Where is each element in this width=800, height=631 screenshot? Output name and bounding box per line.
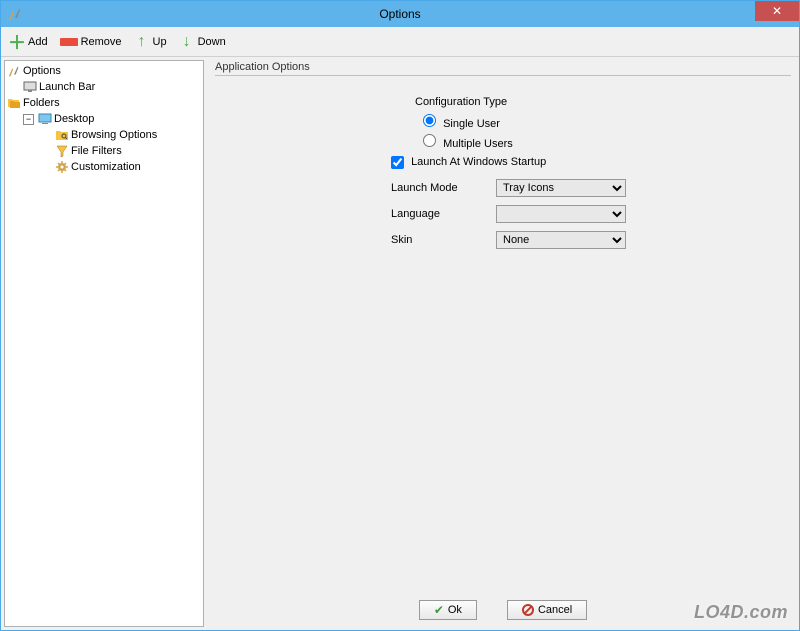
launch-startup-label: Launch At Windows Startup	[411, 156, 546, 168]
radio-multiple-users[interactable]: Multiple Users	[423, 138, 513, 150]
launch-startup-checkbox[interactable]: Launch At Windows Startup	[391, 156, 546, 168]
button-bar: ✔ Ok Cancel	[207, 600, 799, 620]
tree-sidebar: Options Launch Bar Folders − Desktop	[4, 60, 204, 627]
launch-startup-row: Launch At Windows Startup	[391, 156, 791, 169]
tree-label: Launch Bar	[39, 81, 95, 93]
desktop-icon	[38, 112, 52, 126]
config-type-label: Configuration Type	[415, 96, 791, 108]
launch-mode-select[interactable]: Tray Icons	[496, 179, 626, 197]
language-label: Language	[391, 208, 496, 220]
radio-single-user-label: Single User	[443, 118, 500, 130]
tree-label: Desktop	[54, 113, 94, 125]
content-area: Options Launch Bar Folders − Desktop	[1, 57, 799, 630]
config-type-text: Configuration Type	[415, 96, 507, 108]
tree-item-options[interactable]: Options	[7, 63, 201, 79]
window-title: Options	[1, 7, 799, 21]
folders-icon	[7, 96, 21, 110]
skin-row: Skin None	[391, 231, 791, 249]
language-select[interactable]	[496, 205, 626, 223]
funnel-icon	[55, 144, 69, 158]
tree-label: Customization	[71, 161, 141, 173]
main-panel: Application Options Configuration Type S…	[207, 57, 799, 630]
ok-label: Ok	[448, 604, 462, 616]
add-button[interactable]: ＋ Add	[5, 32, 52, 52]
tree-label: File Filters	[71, 145, 122, 157]
panel-title: Application Options	[215, 61, 791, 73]
add-label: Add	[28, 36, 48, 48]
skin-label: Skin	[391, 234, 496, 246]
check-icon: ✔	[434, 603, 444, 617]
close-button[interactable]: ✕	[755, 1, 799, 21]
minus-icon	[60, 38, 78, 46]
up-label: Up	[153, 36, 167, 48]
tree-item-customization[interactable]: Customization	[7, 159, 201, 175]
app-icon	[7, 6, 23, 22]
launch-mode-label: Launch Mode	[391, 182, 496, 194]
tree-item-folders[interactable]: Folders	[7, 95, 201, 111]
tools-icon	[7, 64, 21, 78]
launch-startup-input[interactable]	[391, 156, 404, 169]
arrow-down-icon: ↓	[179, 34, 195, 50]
cancel-button[interactable]: Cancel	[507, 600, 587, 620]
launch-mode-row: Launch Mode Tray Icons	[391, 179, 791, 197]
cancel-icon	[522, 604, 534, 616]
remove-label: Remove	[81, 36, 122, 48]
folder-search-icon	[55, 128, 69, 142]
close-icon: ✕	[772, 4, 782, 18]
tree-item-launch-bar[interactable]: Launch Bar	[7, 79, 201, 95]
expander-icon[interactable]: −	[23, 114, 34, 125]
down-label: Down	[198, 36, 226, 48]
monitor-icon	[23, 80, 37, 94]
tree-label: Browsing Options	[71, 129, 157, 141]
radio-single-user[interactable]: Single User	[423, 118, 500, 130]
arrow-up-icon: ↑	[134, 34, 150, 50]
up-button[interactable]: ↑ Up	[130, 32, 171, 52]
gear-icon	[55, 160, 69, 174]
ok-button[interactable]: ✔ Ok	[419, 600, 477, 620]
plus-icon: ＋	[9, 34, 25, 50]
skin-select[interactable]: None	[496, 231, 626, 249]
toolbar: ＋ Add Remove ↑ Up ↓ Down	[1, 27, 799, 57]
radio-multiple-users-input[interactable]	[423, 134, 436, 147]
tree-label: Folders	[23, 97, 60, 109]
radio-multiple-users-label: Multiple Users	[443, 138, 513, 150]
radio-multiple-users-row: Multiple Users	[415, 134, 791, 150]
down-button[interactable]: ↓ Down	[175, 32, 230, 52]
cancel-label: Cancel	[538, 604, 572, 616]
radio-single-user-row: Single User	[415, 114, 791, 130]
tree-item-browsing-options[interactable]: Browsing Options	[7, 127, 201, 143]
options-window: Options ✕ ＋ Add Remove ↑ Up ↓ Down	[0, 0, 800, 631]
radio-single-user-input[interactable]	[423, 114, 436, 127]
titlebar: Options ✕	[1, 1, 799, 27]
tree-label: Options	[23, 65, 61, 77]
language-row: Language	[391, 205, 791, 223]
tree-item-file-filters[interactable]: File Filters	[7, 143, 201, 159]
form-area: Configuration Type Single User Multiple …	[215, 76, 791, 249]
tree-item-desktop[interactable]: − Desktop	[7, 111, 201, 127]
remove-button[interactable]: Remove	[56, 34, 126, 50]
